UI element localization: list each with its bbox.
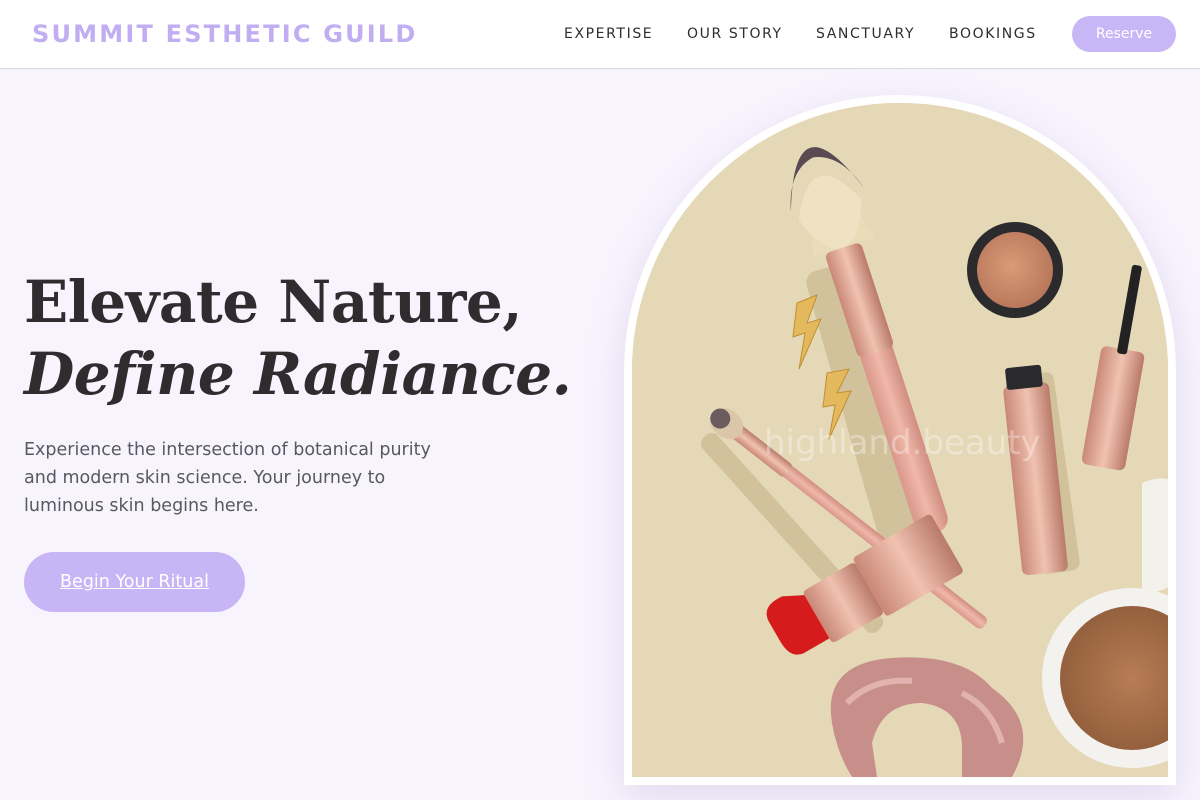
hero-makeup-photo: highland.beauty <box>632 103 1168 777</box>
nav-link-sanctuary[interactable]: SANCTUARY <box>816 26 915 42</box>
reserve-button[interactable]: Reserve <box>1072 16 1176 52</box>
hero-image-frame: highland.beauty <box>624 95 1176 785</box>
hero-title-line-2: Define Radiance. <box>24 340 572 408</box>
nav-link-expertise[interactable]: EXPERTISE <box>564 26 653 42</box>
nav-link-bookings[interactable]: BOOKINGS <box>949 26 1037 42</box>
hero-lead-text: Experience the intersection of botanical… <box>24 440 431 516</box>
image-watermark: highland.beauty <box>764 423 1041 463</box>
hero-title: Elevate Nature, Define Radiance. <box>24 266 584 410</box>
hero-title-line-1: Elevate Nature, <box>24 268 523 336</box>
page: SUMMIT ESTHETIC GUILD EXPERTISE OUR STOR… <box>0 0 1200 800</box>
brand-logo[interactable]: SUMMIT ESTHETIC GUILD <box>32 20 418 48</box>
nav-link-our-story[interactable]: OUR STORY <box>687 26 783 42</box>
begin-ritual-button[interactable]: Begin Your Ritual <box>24 552 245 612</box>
site-header: SUMMIT ESTHETIC GUILD EXPERTISE OUR STOR… <box>0 0 1200 69</box>
